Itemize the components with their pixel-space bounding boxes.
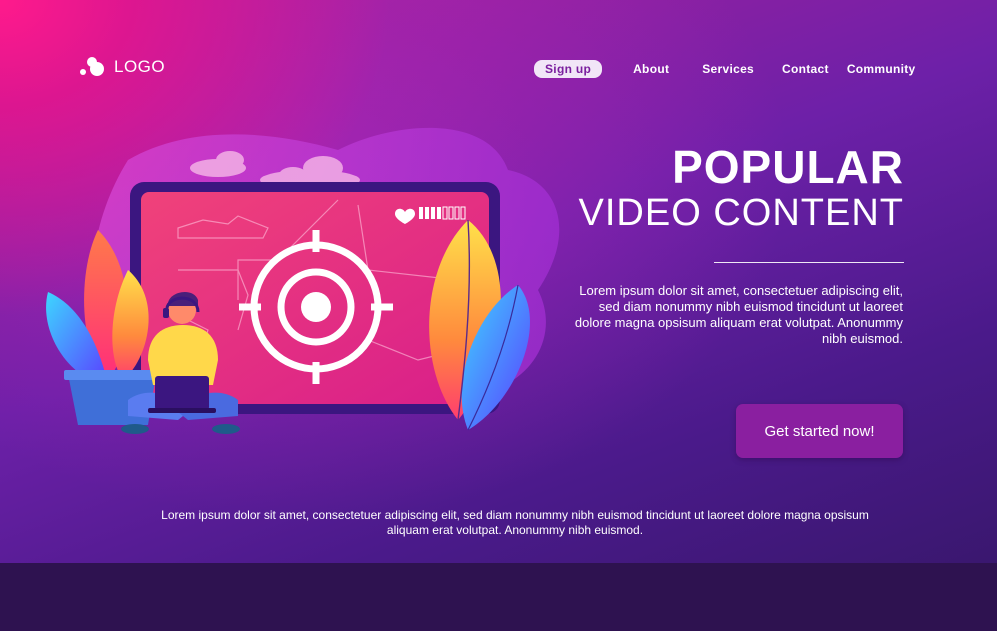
nav-link-services[interactable]: Services [702,62,754,76]
logo-text: LOGO [114,57,166,76]
main-nav: Sign up About Services Contact Community [534,60,916,78]
nav-link-contact[interactable]: Contact [782,62,829,76]
logo[interactable]: LOGO [80,55,165,79]
hero-title-line1: POPULAR [672,141,904,193]
get-started-button[interactable]: Get started now! [736,404,903,458]
footer-description: Lorem ipsum dolor sit amet, consectetuer… [161,508,869,537]
logo-icon [80,55,108,79]
hero-illustration [46,127,560,434]
nav-link-community[interactable]: Community [847,62,916,76]
footer-band [0,563,997,631]
signup-button[interactable]: Sign up [534,60,603,78]
laptop-icon [155,376,209,410]
hero-description: Lorem ipsum dolor sit amet, consectetuer… [574,283,903,346]
hero-title-line2: VIDEO CONTENT [578,192,904,234]
nav-link-about[interactable]: About [633,62,669,76]
title-divider [714,262,904,263]
